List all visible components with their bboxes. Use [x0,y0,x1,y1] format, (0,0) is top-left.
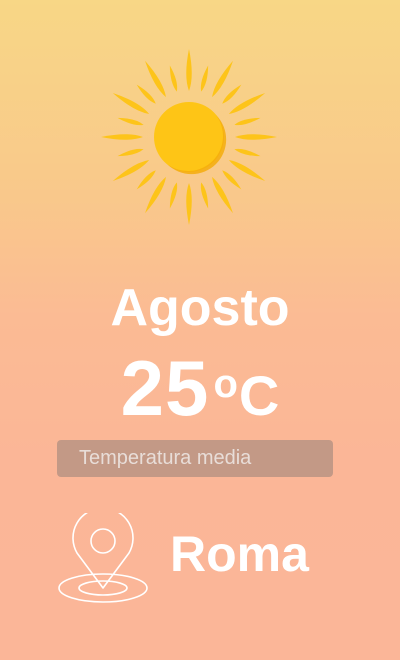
temperature-value: 25 [120,344,210,432]
sun-ray [200,65,209,92]
sun-ray [169,65,178,92]
sun-ray [117,117,144,126]
sun-ray [234,148,261,157]
sun-ray [235,134,277,140]
sun-ray [186,49,192,91]
city-name: Roma [170,526,309,582]
sun-icon [101,49,277,225]
temperature-unit: C [238,364,280,427]
sun-ray [169,182,178,209]
temperature-reading: 25 oC [0,348,400,451]
map-pin-icon [58,513,148,603]
sun-ray [136,170,156,190]
weather-card: Agosto 25 oC Temperatura media Roma [0,0,400,660]
sun-ray [200,182,209,209]
sun-ray [222,170,242,190]
sun-ray [186,183,192,225]
sun-ray [222,84,242,104]
sun-ray [117,148,144,157]
degree-symbol: o [213,362,238,406]
month-label: Agosto [110,279,290,337]
sun-ray [101,134,143,140]
temperature-caption: Temperatura media [57,440,333,477]
sun-ray [136,84,156,104]
sun-ray [234,117,261,126]
